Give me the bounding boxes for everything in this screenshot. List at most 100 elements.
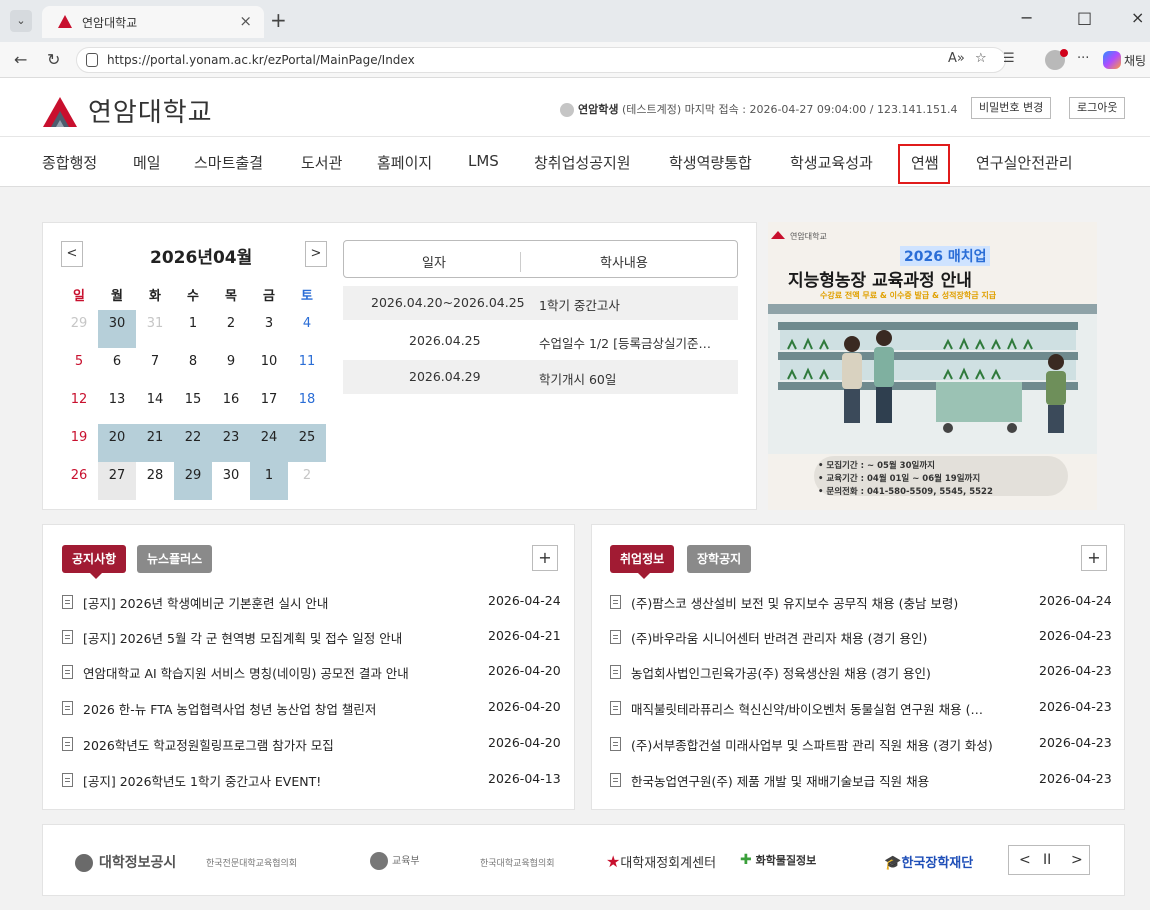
slider-prev-button[interactable]: <	[1019, 852, 1031, 868]
tab-news-plus[interactable]: 뉴스플러스	[137, 545, 213, 573]
tab-close-icon[interactable]: ×	[239, 12, 252, 30]
nav-item-mail[interactable]: 메일	[133, 152, 161, 173]
calendar-next-button[interactable]: >	[305, 241, 327, 267]
calendar-day[interactable]: 18	[288, 386, 326, 424]
minimize-icon[interactable]: −	[1020, 8, 1033, 27]
calendar-day[interactable]: 23	[212, 424, 250, 462]
calendar-day[interactable]: 2	[212, 310, 250, 348]
refresh-icon[interactable]: ↻	[47, 50, 60, 69]
logo-text[interactable]: 연암대학교	[88, 92, 213, 129]
list-item[interactable]: [공지] 2026년 학생예비군 기본훈련 실시 안내 2026-04-24	[62, 593, 562, 613]
calendar-day[interactable]: 17	[250, 386, 288, 424]
footer-logo[interactable]: 대학정보공시	[75, 852, 176, 872]
calendar-day[interactable]: 1	[250, 462, 288, 500]
calendar-day[interactable]: 29	[60, 310, 98, 348]
calendar-day[interactable]: 5	[60, 348, 98, 386]
footer-logo[interactable]: 한국대학교육협의회	[480, 856, 555, 869]
logout-button[interactable]: 로그아웃	[1069, 97, 1126, 119]
calendar-day[interactable]: 15	[174, 386, 212, 424]
back-icon[interactable]: ←	[14, 50, 27, 69]
tab-scholarship[interactable]: 장학공지	[687, 545, 752, 573]
nav-item-library[interactable]: 도서관	[301, 152, 342, 173]
calendar-day[interactable]: 26	[60, 462, 98, 500]
slider-pause-button[interactable]: II	[1043, 852, 1051, 868]
copilot-icon[interactable]	[1103, 51, 1121, 69]
new-tab-icon[interactable]: +	[270, 8, 287, 32]
list-item[interactable]: 연암대학교 AI 학습지원 서비스 명칭(네이밍) 공모전 결과 안내 2026…	[62, 663, 562, 683]
list-item[interactable]: 2026 한-뉴 FTA 농업협력사업 청년 농산업 창업 챌린저 2026-0…	[62, 699, 562, 719]
nav-item-lms[interactable]: LMS	[468, 152, 499, 170]
chat-label[interactable]: 채팅	[1124, 52, 1146, 69]
list-item[interactable]: (주)팜스코 생산설비 보전 및 유지보수 공무직 채용 (충남 보령) 202…	[610, 593, 1112, 613]
nav-item-career[interactable]: 창취업성공지원	[534, 152, 631, 173]
footer-logo[interactable]: ★대학재정회계센터	[606, 852, 716, 871]
calendar-day[interactable]: 30	[98, 310, 136, 348]
browser-tab[interactable]: 연암대학교 ×	[42, 6, 264, 38]
nav-item-lab-safety[interactable]: 연구실안전관리	[976, 152, 1073, 173]
list-item[interactable]: 한국농업연구원(주) 제품 개발 및 재배기술보급 직원 채용 2026-04-…	[610, 771, 1112, 791]
calendar-day[interactable]: 10	[250, 348, 288, 386]
yonam-logo-icon[interactable]	[42, 96, 78, 128]
calendar-prev-button[interactable]: <	[61, 241, 83, 267]
close-window-icon[interactable]: ×	[1131, 8, 1144, 27]
notice-more-button[interactable]: +	[532, 545, 558, 571]
list-item[interactable]: 매직불릿테라퓨리스 혁신신약/바이오벤처 동물실험 연구원 채용 (… 2026…	[610, 699, 1112, 719]
calendar-day[interactable]: 8	[174, 348, 212, 386]
nav-item-outcomes[interactable]: 학생교육성과	[790, 152, 873, 173]
tab-notice[interactable]: 공지사항	[62, 545, 127, 579]
calendar-day[interactable]: 27	[98, 462, 136, 500]
calendar-day[interactable]: 16	[212, 386, 250, 424]
promo-banner[interactable]: 연암대학교 2026 매치업 지능형농장 교육과정 안내 수강료 전액 무료 &…	[768, 222, 1097, 510]
list-item[interactable]: (주)서부종합건설 미래사업부 및 스파트팜 관리 직원 채용 (경기 화성) …	[610, 735, 1112, 755]
calendar-day[interactable]: 7	[136, 348, 174, 386]
tab-actions-chevron-icon[interactable]: ⌄	[10, 10, 32, 32]
footer-logo[interactable]: 교육부	[370, 852, 420, 870]
slider-next-button[interactable]: >	[1071, 852, 1083, 868]
collections-icon[interactable]: ☰	[1003, 51, 1015, 66]
calendar-day[interactable]: 25	[288, 424, 326, 462]
list-item[interactable]: [공지] 2026학년도 1학기 중간고사 EVENT! 2026-04-13	[62, 771, 562, 791]
calendar-day[interactable]: 31	[136, 310, 174, 348]
calendar-day[interactable]: 2	[288, 462, 326, 500]
footer-logo[interactable]: 🎓한국장학재단	[884, 852, 973, 871]
more-icon[interactable]: ···	[1077, 51, 1089, 66]
nav-item-admin[interactable]: 종합행정	[42, 152, 97, 173]
calendar-day[interactable]: 3	[250, 310, 288, 348]
read-aloud-icon[interactable]: A»	[948, 51, 965, 66]
calendar-day[interactable]: 4	[288, 310, 326, 348]
tab-jobs[interactable]: 취업정보	[610, 545, 675, 579]
calendar-day[interactable]: 13	[98, 386, 136, 424]
list-item[interactable]: 농업회사법인그린육가공(주) 정육생산원 채용 (경기 용인) 2026-04-…	[610, 663, 1112, 683]
calendar-day[interactable]: 9	[212, 348, 250, 386]
change-password-button[interactable]: 비밀번호 변경	[971, 97, 1052, 119]
calendar-day[interactable]: 6	[98, 348, 136, 386]
calendar-day[interactable]: 12	[60, 386, 98, 424]
nav-item-homepage[interactable]: 홈페이지	[377, 152, 432, 173]
calendar-day[interactable]: 24	[250, 424, 288, 462]
list-item[interactable]: (주)바우라움 시니어센터 반려견 관리자 채용 (경기 용인) 2026-04…	[610, 628, 1112, 648]
calendar-day[interactable]: 22	[174, 424, 212, 462]
schedule-row[interactable]: 2026.04.29 학기개시 60일	[343, 360, 738, 394]
calendar-day[interactable]: 11	[288, 348, 326, 386]
calendar-day[interactable]: 14	[136, 386, 174, 424]
nav-item-yonssaem[interactable]: 연쌤	[911, 152, 939, 173]
footer-logo[interactable]: ✚ 화학물질정보	[740, 852, 816, 868]
calendar-day[interactable]: 28	[136, 462, 174, 500]
calendar-day[interactable]: 29	[174, 462, 212, 500]
list-item[interactable]: 2026학년도 학교정원힐링프로그램 참가자 모집 2026-04-20	[62, 735, 562, 755]
nav-item-competency[interactable]: 학생역량통합	[669, 152, 752, 173]
calendar-day[interactable]: 19	[60, 424, 98, 462]
footer-logo[interactable]: 한국전문대학교육협의회	[206, 856, 297, 869]
calendar-day[interactable]: 20	[98, 424, 136, 462]
maximize-icon[interactable]: □	[1077, 8, 1092, 27]
calendar-day[interactable]: 1	[174, 310, 212, 348]
calendar-day[interactable]: 30	[212, 462, 250, 500]
schedule-row[interactable]: 2026.04.25 수업일수 1/2 [등록금상실기준…	[343, 324, 738, 358]
list-item[interactable]: [공지] 2026년 5월 각 군 현역병 모집계획 및 접수 일정 안내 20…	[62, 628, 562, 648]
schedule-row[interactable]: 2026.04.20~2026.04.25 1학기 중간고사	[343, 286, 738, 320]
jobs-more-button[interactable]: +	[1081, 545, 1107, 571]
calendar-day[interactable]: 21	[136, 424, 174, 462]
nav-item-attendance[interactable]: 스마트출결	[194, 152, 263, 173]
address-bar[interactable]: https://portal.yonam.ac.kr/ezPortal/Main…	[76, 47, 1006, 73]
favorite-icon[interactable]: ☆	[975, 51, 987, 66]
